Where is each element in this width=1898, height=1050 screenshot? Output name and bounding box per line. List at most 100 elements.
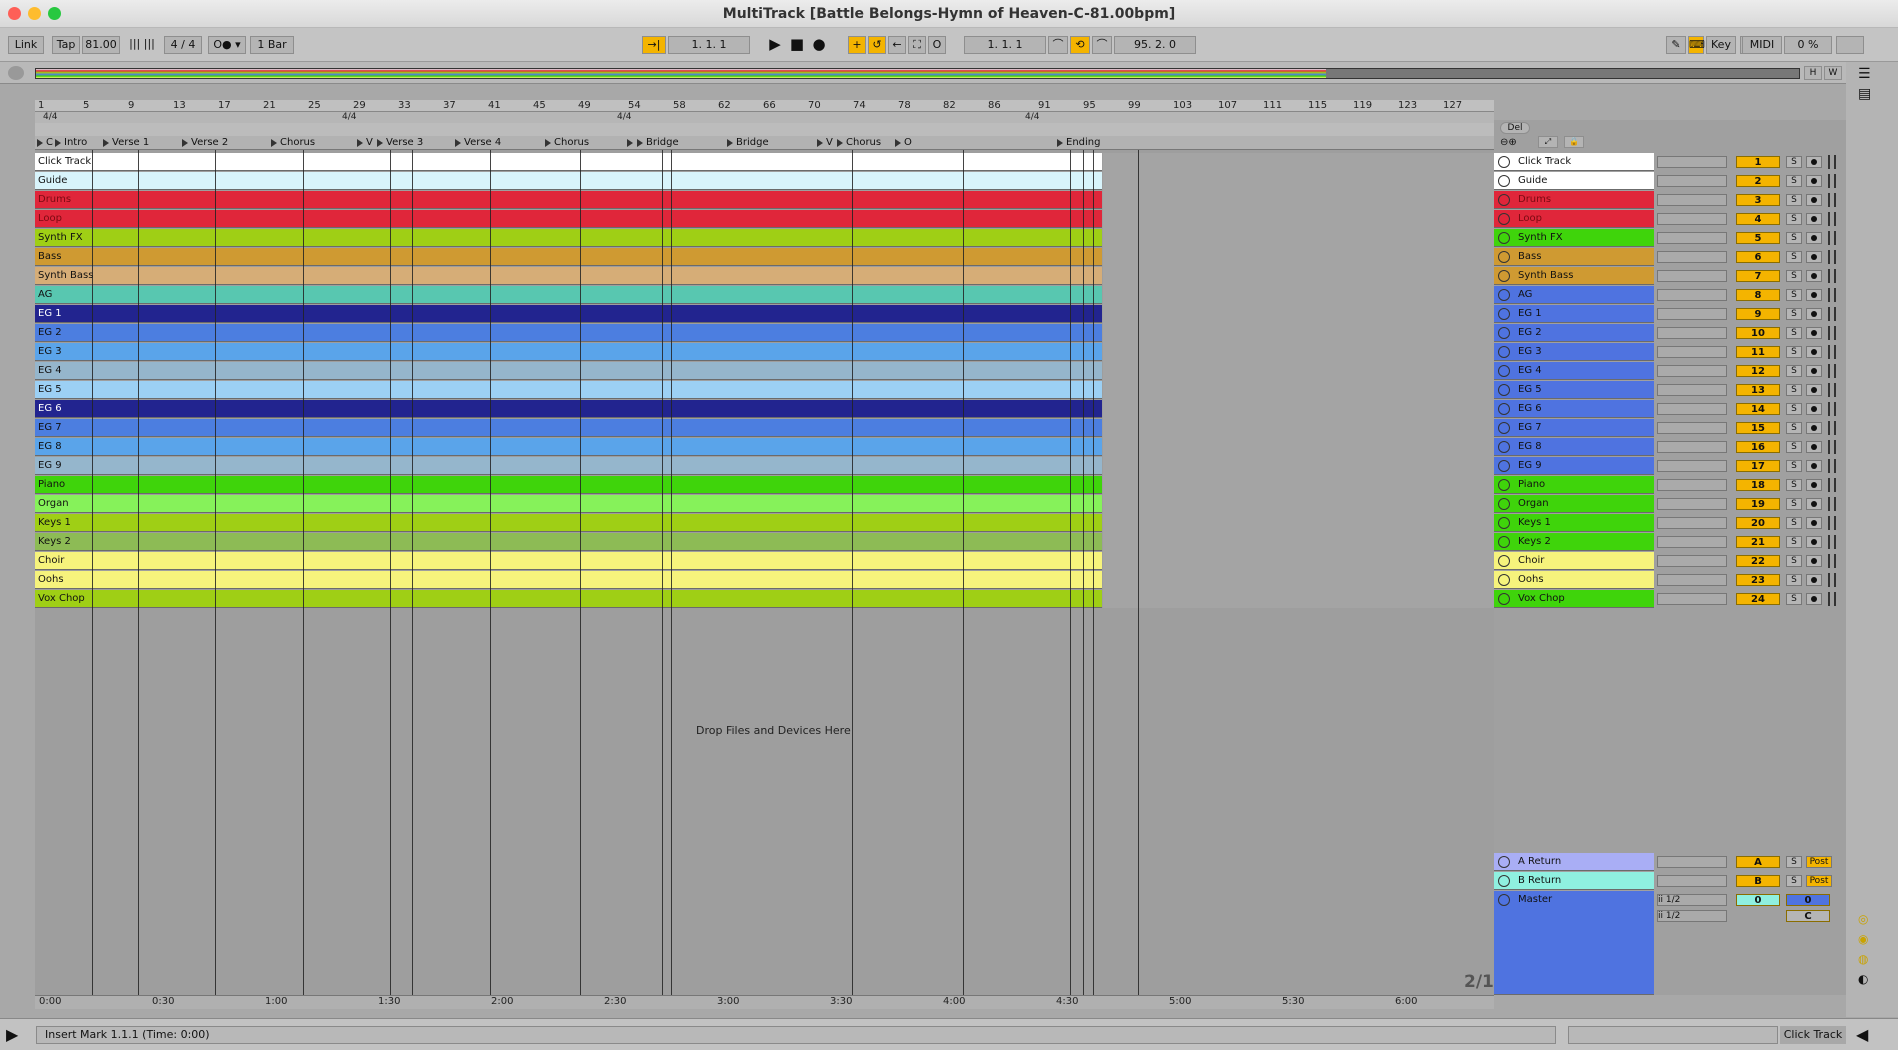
marker-intro[interactable]: Intro xyxy=(53,136,101,150)
clip-eg-2[interactable]: EG 2 xyxy=(35,324,1102,342)
track-volume-fader[interactable] xyxy=(1657,194,1727,206)
clip-eg-5[interactable]: EG 5 xyxy=(35,381,1102,399)
loop-length-field[interactable]: 95. 2. 0 xyxy=(1114,36,1196,54)
track-header-eg-1[interactable]: EG 1 9S xyxy=(1494,305,1846,323)
return-name[interactable]: B Return xyxy=(1494,872,1654,890)
track-volume-fader[interactable] xyxy=(1657,270,1727,282)
clip-bass[interactable]: Bass xyxy=(35,248,1102,266)
solo-button[interactable]: S xyxy=(1786,875,1802,887)
solo-button[interactable]: S xyxy=(1786,498,1802,510)
track-header-ag[interactable]: AG 8 S xyxy=(1494,286,1846,304)
track-volume-fader[interactable] xyxy=(1657,308,1727,320)
track-name[interactable]: Keys 1 xyxy=(1494,514,1654,532)
track-header-piano[interactable]: Piano 18 S xyxy=(1494,476,1846,494)
time-signature-marker[interactable]: 4/4 xyxy=(342,112,356,122)
capture-icon[interactable]: ⛶ xyxy=(908,36,926,54)
track-volume-fader[interactable] xyxy=(1657,346,1727,358)
track-fold-icon[interactable] xyxy=(1498,194,1510,206)
clip-guide[interactable]: Guide xyxy=(35,172,1102,190)
post-button[interactable]: Post xyxy=(1806,856,1832,868)
link-button[interactable]: Link xyxy=(8,36,44,54)
solo-button[interactable]: S xyxy=(1786,422,1802,434)
arm-button[interactable] xyxy=(1806,175,1822,187)
arm-button[interactable] xyxy=(1806,536,1822,548)
locator-lane[interactable] xyxy=(35,123,1494,136)
track-name[interactable]: Vox Chop xyxy=(1494,590,1654,608)
track-activator[interactable]: 6 xyxy=(1736,251,1780,263)
clip-drums[interactable]: Drums xyxy=(35,191,1102,209)
track-name[interactable]: Organ xyxy=(1494,495,1654,513)
track-header-eg-3[interactable]: EG 3 11 S xyxy=(1494,343,1846,361)
arm-button[interactable] xyxy=(1806,251,1822,263)
master-pan[interactable]: C xyxy=(1786,910,1830,922)
marker-bridge[interactable]: Bridge xyxy=(725,136,815,150)
arm-button[interactable] xyxy=(1806,460,1822,472)
overview-strip[interactable] xyxy=(35,68,1800,79)
arm-button[interactable] xyxy=(1806,289,1822,301)
track-activator[interactable]: 10 xyxy=(1736,327,1780,339)
mixer-circle-icon[interactable]: ◍ xyxy=(1858,952,1868,966)
track-volume-fader[interactable] xyxy=(1657,232,1727,244)
arm-button[interactable] xyxy=(1806,194,1822,206)
track-volume-fader[interactable] xyxy=(1657,251,1727,263)
tempo-field[interactable]: 81.00 xyxy=(82,36,120,54)
track-fold-icon[interactable] xyxy=(1498,422,1510,434)
track-header-choir[interactable]: Choir 22 S xyxy=(1494,552,1846,570)
track-fold-icon[interactable] xyxy=(1498,479,1510,491)
width-toggle-button[interactable]: W xyxy=(1824,66,1842,80)
key-map-button[interactable]: Key xyxy=(1706,36,1736,54)
track-fold-icon[interactable] xyxy=(1498,517,1510,529)
track-header-click-track[interactable]: Click Track 1 S xyxy=(1494,153,1846,171)
marker-chorus[interactable]: Chorus xyxy=(543,136,625,150)
follow-toggle-icon[interactable]: O● ▾ xyxy=(208,36,246,54)
track-fold-icon[interactable] xyxy=(1498,403,1510,415)
track-header-keys-1[interactable]: Keys 1 20 S xyxy=(1494,514,1846,532)
return-track-b[interactable]: B Return B S Post xyxy=(1494,872,1846,890)
track-volume-fader[interactable] xyxy=(1657,156,1727,168)
track-header-oohs[interactable]: Oohs 23 S xyxy=(1494,571,1846,589)
return-fold-icon[interactable] xyxy=(1498,856,1510,868)
track-volume-fader[interactable] xyxy=(1657,536,1727,548)
track-activator[interactable]: 15 xyxy=(1736,422,1780,434)
automation-arm-icon[interactable]: ↺ xyxy=(868,36,886,54)
track-fold-icon[interactable] xyxy=(1498,365,1510,377)
return-fold-icon[interactable] xyxy=(1498,875,1510,887)
track-header-eg-7[interactable]: EG 7 15 S xyxy=(1494,419,1846,437)
track-activator[interactable]: 12 xyxy=(1736,365,1780,377)
solo-button[interactable]: S xyxy=(1786,403,1802,415)
marker-o[interactable]: O xyxy=(893,136,917,150)
track-name[interactable]: Oohs xyxy=(1494,571,1654,589)
overdub-icon[interactable]: + xyxy=(848,36,866,54)
track-name[interactable]: Bass xyxy=(1494,248,1654,266)
track-volume-fader[interactable] xyxy=(1657,384,1727,396)
arm-button[interactable] xyxy=(1806,346,1822,358)
arrangement-position-field[interactable]: 1. 1. 1 xyxy=(668,36,750,54)
solo-button[interactable]: S xyxy=(1786,251,1802,263)
track-fold-icon[interactable] xyxy=(1498,232,1510,244)
expand-icon[interactable]: ⤢ xyxy=(1538,136,1558,148)
arm-button[interactable] xyxy=(1806,384,1822,396)
track-header-vox-chop[interactable]: Vox Chop 24 S xyxy=(1494,590,1846,608)
track-activator[interactable]: 24 xyxy=(1736,593,1780,605)
clip-click-track[interactable]: Click Track xyxy=(35,153,1102,171)
clip-synth-bass[interactable]: Synth Bass xyxy=(35,267,1102,285)
track-volume-fader[interactable] xyxy=(1657,593,1727,605)
solo-button[interactable]: S xyxy=(1786,213,1802,225)
keyboard-icon[interactable]: ⌨ xyxy=(1688,36,1705,54)
marker-verse-4[interactable]: Verse 4 xyxy=(453,136,543,150)
tap-tempo-button[interactable]: Tap xyxy=(52,36,80,54)
track-activator[interactable]: 13 xyxy=(1736,384,1780,396)
track-name[interactable]: EG 7 xyxy=(1494,419,1654,437)
track-name[interactable]: Click Track xyxy=(1494,153,1654,171)
height-toggle-button[interactable]: H xyxy=(1804,66,1822,80)
clip-keys-1[interactable]: Keys 1 xyxy=(35,514,1102,532)
track-volume-fader[interactable] xyxy=(1657,460,1727,472)
track-fold-icon[interactable] xyxy=(1498,251,1510,263)
track-fold-icon[interactable] xyxy=(1498,555,1510,567)
arm-button[interactable] xyxy=(1806,327,1822,339)
clip-piano[interactable]: Piano xyxy=(35,476,1102,494)
track-volume-fader[interactable] xyxy=(1657,213,1727,225)
arm-button[interactable] xyxy=(1806,232,1822,244)
track-activator[interactable]: 22 xyxy=(1736,555,1780,567)
solo-button[interactable]: S xyxy=(1786,346,1802,358)
